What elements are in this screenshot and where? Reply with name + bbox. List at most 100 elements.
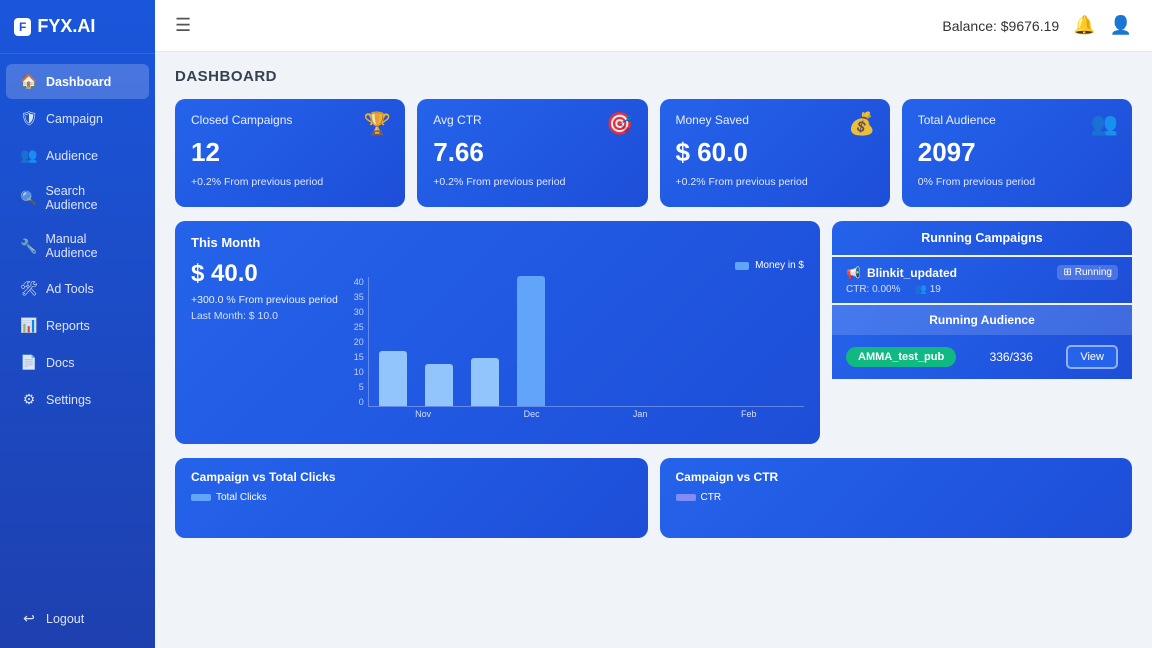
bars-container (368, 277, 804, 407)
mini-legend-box-1 (676, 494, 696, 501)
manual-audience-label: Manual Audience (45, 232, 135, 260)
sidebar-item-ad-tools[interactable]: 🛠 Ad Tools (6, 271, 149, 306)
running-grid-icon: ⊞ (1063, 267, 1071, 278)
logout-icon: ↩ (20, 610, 38, 627)
view-button[interactable]: View (1066, 345, 1118, 369)
bar-Jan (471, 358, 499, 406)
stat-change-1: +0.2% From previous period (433, 176, 631, 188)
logout-button[interactable]: ↩ Logout (6, 601, 149, 636)
mini-legend-label-0: Total Clicks (216, 492, 267, 503)
sidebar-item-campaign[interactable]: 🛡Campaign (6, 101, 149, 136)
audience-tag: AMMA_test_pub (846, 347, 956, 367)
this-month-value: $ 40.0 (191, 260, 338, 288)
y-label: 35 (354, 292, 364, 302)
this-month-title: This Month (191, 235, 804, 250)
stat-title-0: Closed Campaigns (191, 113, 389, 127)
sidebar-item-search-audience[interactable]: 🔍Search Audience (6, 175, 149, 221)
docs-label: Docs (46, 356, 74, 370)
ad-tools-icon: 🛠 (20, 280, 38, 297)
running-badge: ⊞ Running (1057, 265, 1118, 280)
logo: F FYX.AI (0, 0, 155, 54)
stat-card-3: Total Audience 2097 0% From previous per… (902, 99, 1132, 207)
sidebar-item-manual-audience[interactable]: 🔧Manual Audience (6, 223, 149, 269)
mini-chart-title-1: Campaign vs CTR (676, 470, 1117, 484)
campaign-item: 📢 Blinkit_updated ⊞ Running CTR: 0.00% 👥… (832, 257, 1132, 303)
dashboard-icon: 🏠 (20, 73, 38, 90)
user-icon[interactable]: 👤 (1110, 15, 1132, 36)
sidebar-item-dashboard[interactable]: 🏠 Dashboard (6, 64, 149, 99)
sidebar-item-docs[interactable]: 📄Docs (6, 345, 149, 380)
y-label: 20 (354, 337, 364, 347)
notification-icon[interactable]: 🔔 (1073, 15, 1095, 36)
this-month-card: This Month $ 40.0 +300.0 % From previous… (175, 221, 820, 444)
sidebar-item-reports[interactable]: 📊 Reports (6, 308, 149, 343)
topbar-left: ☰ (175, 15, 191, 36)
mini-legend-label-1: CTR (701, 492, 722, 503)
running-audience-item: AMMA_test_pub 336/336 View (832, 335, 1132, 379)
stat-change-3: 0% From previous period (918, 176, 1116, 188)
running-status-label: Running (1075, 267, 1112, 278)
people-icon: 👥 (914, 284, 926, 295)
y-label: 25 (354, 322, 364, 332)
campaign-ctr: CTR: 0.00% (846, 284, 900, 295)
x-label-Dec: Dec (486, 409, 577, 419)
settings-icon: ⚙ (20, 391, 38, 408)
stat-title-3: Total Audience (918, 113, 1116, 127)
chart-legend: Money in $ (354, 260, 804, 271)
y-label: 10 (354, 367, 364, 377)
mini-chart-1: Campaign vs CTR CTR (660, 458, 1133, 538)
audience-count: 336/336 (990, 350, 1033, 364)
audience-icon: 👥 (20, 147, 38, 164)
sidebar-item-settings[interactable]: ⚙Settings (6, 382, 149, 417)
reports-icon: 📊 (20, 317, 38, 334)
main-area: ☰ Balance: $9676.19 🔔 👤 DASHBOARD Closed… (155, 0, 1152, 648)
y-axis: 4035302520151050 (354, 277, 368, 407)
mini-legend-1: CTR (676, 492, 1117, 503)
reports-label: Reports (46, 319, 90, 333)
stats-row: Closed Campaigns 12 +0.2% From previous … (175, 99, 1132, 207)
this-month-change: +300.0 % From previous period (191, 294, 338, 306)
mini-chart-0: Campaign vs Total Clicks Total Clicks (175, 458, 648, 538)
balance-display: Balance: $9676.19 (942, 18, 1059, 34)
campaign-name-label: Blinkit_updated (867, 266, 957, 280)
running-campaigns-panel: Running Campaigns 📢 Blinkit_updated ⊞ Ru… (832, 221, 1132, 444)
stat-icon-3: 👥 (1091, 111, 1118, 137)
topbar: ☰ Balance: $9676.19 🔔 👤 (155, 0, 1152, 52)
running-audience-section: Running Audience AMMA_test_pub 336/336 V… (832, 305, 1132, 379)
stat-value-1: 7.66 (433, 137, 631, 168)
logo-box: F (14, 18, 31, 36)
this-month-last: Last Month: $ 10.0 (191, 310, 338, 322)
legend-label: Money in $ (755, 260, 804, 271)
ad-tools-label: Ad Tools (46, 282, 94, 296)
bar-chart-area: Money in $ 4035302520151050 NovDecJanFeb (354, 260, 804, 430)
bar-Dec (425, 364, 453, 406)
stat-card-0: Closed Campaigns 12 +0.2% From previous … (175, 99, 405, 207)
logout-label: Logout (46, 612, 84, 626)
mini-legend-0: Total Clicks (191, 492, 632, 503)
bars-wrapper: NovDecJanFeb (368, 277, 804, 417)
sidebar-item-audience[interactable]: 👥Audience (6, 138, 149, 173)
bar-Nov (379, 351, 407, 406)
running-audience-header: Running Audience (832, 305, 1132, 335)
content-area: DASHBOARD Closed Campaigns 12 +0.2% From… (155, 52, 1152, 648)
y-label: 0 (354, 397, 364, 407)
x-label-Jan: Jan (595, 409, 686, 419)
hamburger-icon[interactable]: ☰ (175, 15, 191, 36)
chart-container: 4035302520151050 NovDecJanFeb (354, 277, 804, 417)
campaign-item-top: 📢 Blinkit_updated ⊞ Running (846, 265, 1118, 280)
y-label: 40 (354, 277, 364, 287)
stat-value-3: 2097 (918, 137, 1116, 168)
sidebar-nav: 🏠 Dashboard 🛡Campaign👥Audience🔍Search Audi… (0, 54, 155, 599)
stat-icon-1: 🎯 (606, 111, 633, 137)
bottom-charts-row: Campaign vs Total Clicks Total Clicks Ca… (175, 458, 1132, 538)
campaign-speaker-icon: 📢 (846, 266, 861, 280)
campaign-name-group: 📢 Blinkit_updated (846, 266, 957, 280)
this-month-left: $ 40.0 +300.0 % From previous period Las… (191, 260, 338, 430)
campaign-icon: 🛡 (20, 110, 38, 127)
dashboard-label: Dashboard (46, 75, 111, 89)
search-audience-icon: 🔍 (20, 190, 37, 207)
y-label: 5 (354, 382, 364, 392)
stat-icon-2: 💰 (848, 111, 875, 137)
running-campaigns-header: Running Campaigns (832, 221, 1132, 255)
y-label: 30 (354, 307, 364, 317)
